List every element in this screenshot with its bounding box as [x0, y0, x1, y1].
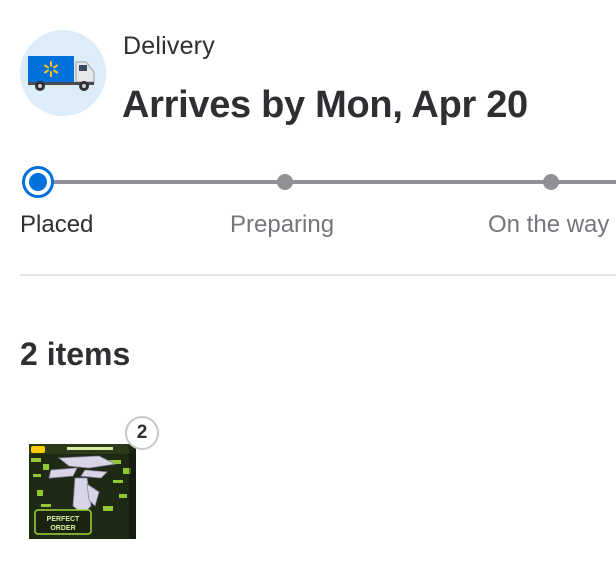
delivery-type-label: Delivery: [123, 32, 215, 60]
arrival-date-title: Arrives by Mon, Apr 20: [122, 84, 528, 126]
progress-step-preparing-label: Preparing: [230, 211, 335, 238]
progress-step-preparing-indicator: [277, 174, 293, 190]
product-thumbnail[interactable]: PERFECT ORDER: [29, 444, 136, 539]
progress-track-line: [38, 180, 616, 184]
order-details-page: Delivery Arrives by Mon, Apr 20 Placed P…: [0, 0, 616, 575]
items-count-heading: 2 items: [20, 336, 131, 372]
progress-step-on-the-way-label: On the way: [488, 211, 610, 238]
progress-step-on-the-way-indicator: [543, 174, 559, 190]
progress-step-placed-indicator: [22, 166, 54, 198]
section-divider: [20, 274, 616, 276]
progress-active-dot: [29, 173, 47, 191]
delivery-truck-icon: [20, 30, 106, 116]
progress-step-placed-label: Placed: [20, 211, 94, 238]
product-box-title-line-1: PERFECT: [47, 516, 80, 523]
item-quantity-badge: 2: [125, 416, 159, 450]
product-box-title-line-2: ORDER: [50, 525, 75, 532]
